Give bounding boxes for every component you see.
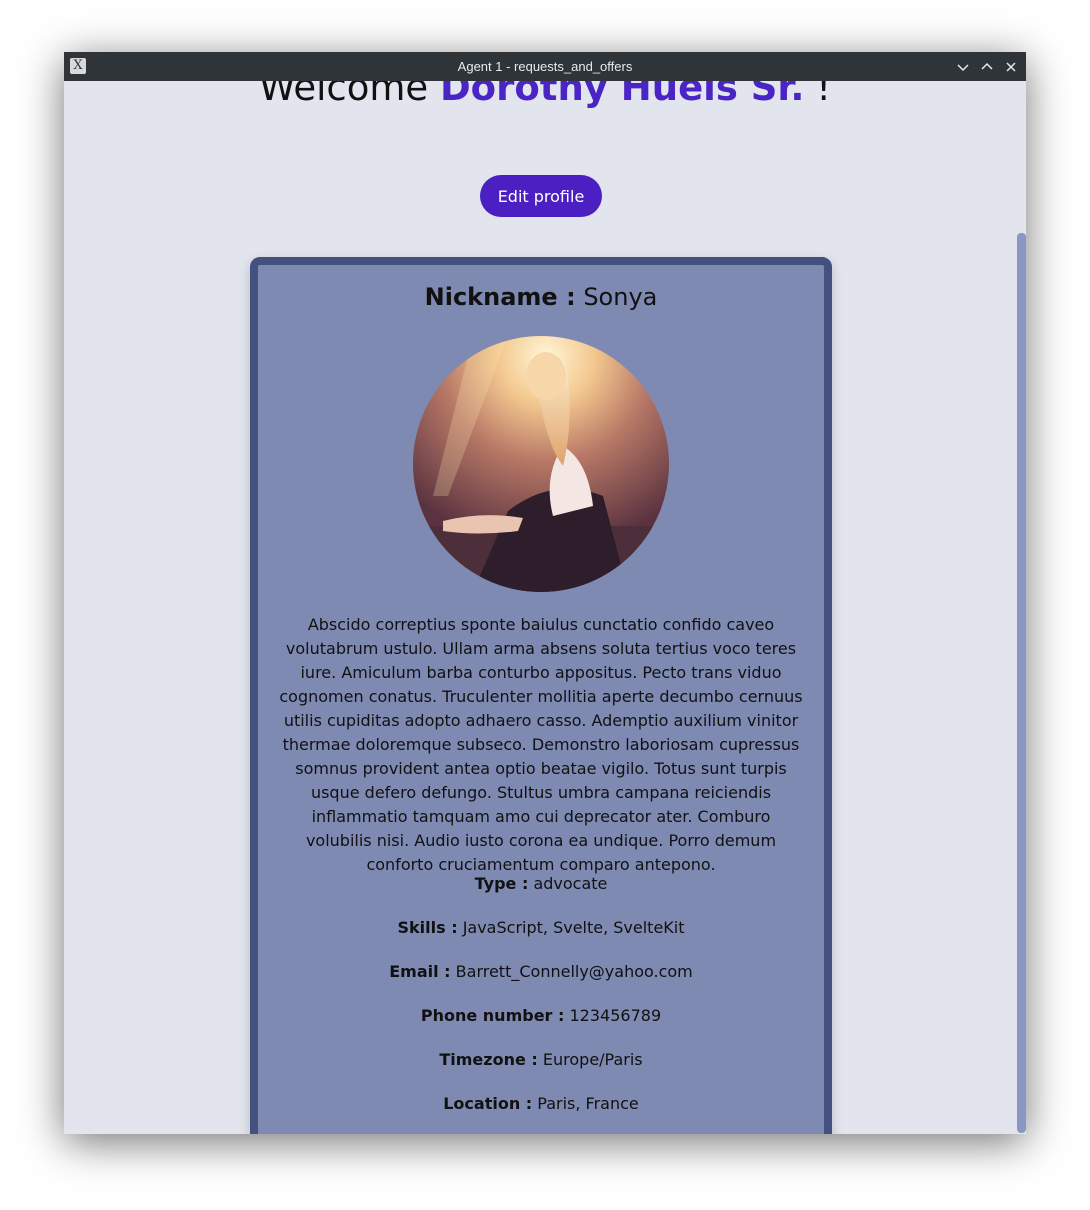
minimize-icon[interactable] [955, 59, 971, 75]
welcome-heading: Welcome Dorothy Huels Sr. ! [64, 81, 1026, 109]
skills-row: Skills : JavaScript, Svelte, SvelteKit [258, 917, 824, 939]
type-label: Type : [474, 874, 529, 893]
welcome-prefix: Welcome [258, 81, 429, 109]
title-bar[interactable]: X Agent 1 - requests_and_offers [64, 52, 1026, 81]
app-window: X Agent 1 - requests_and_offers Welcome … [64, 52, 1026, 1134]
nickname-value: Sonya [583, 283, 658, 311]
profile-bio: Abscido correptius sponte baiulus cuncta… [279, 615, 803, 874]
type-row: Type : advocate [258, 873, 824, 895]
timezone-row: Timezone : Europe/Paris [258, 1049, 824, 1071]
phone-value: 123456789 [569, 1006, 662, 1025]
email-row: Email : Barrett_Connelly@yahoo.com [258, 961, 824, 983]
location-row: Location : Paris, France [258, 1093, 824, 1115]
phone-label: Phone number : [420, 1006, 565, 1025]
timezone-value: Europe/Paris [542, 1050, 643, 1069]
nickname-row: Nickname : Sonya [258, 283, 824, 311]
location-value: Paris, France [537, 1094, 639, 1113]
maximize-icon[interactable] [979, 59, 995, 75]
phone-row: Phone number : 123456789 [258, 1005, 824, 1027]
location-label: Location : [443, 1094, 533, 1113]
skills-label: Skills : [397, 918, 458, 937]
email-value: Barrett_Connelly@yahoo.com [455, 962, 693, 981]
edit-profile-button[interactable]: Edit profile [480, 175, 602, 217]
type-value: advocate [533, 874, 608, 893]
vertical-scrollbar[interactable] [1017, 233, 1026, 1133]
welcome-suffix: ! [816, 81, 832, 109]
avatar [413, 336, 669, 592]
timezone-label: Timezone : [439, 1050, 538, 1069]
window-title: Agent 1 - requests_and_offers [457, 59, 633, 74]
nickname-label: Nickname : [424, 283, 576, 311]
page-content: Welcome Dorothy Huels Sr. ! Edit profile… [64, 81, 1026, 1134]
email-label: Email : [389, 962, 451, 981]
profile-card: Nickname : Sonya Abscido correptius spon… [250, 257, 832, 1134]
skills-value: JavaScript, Svelte, SvelteKit [462, 918, 685, 937]
user-name: Dorothy Huels Sr. [439, 81, 805, 109]
close-icon[interactable] [1003, 59, 1019, 75]
